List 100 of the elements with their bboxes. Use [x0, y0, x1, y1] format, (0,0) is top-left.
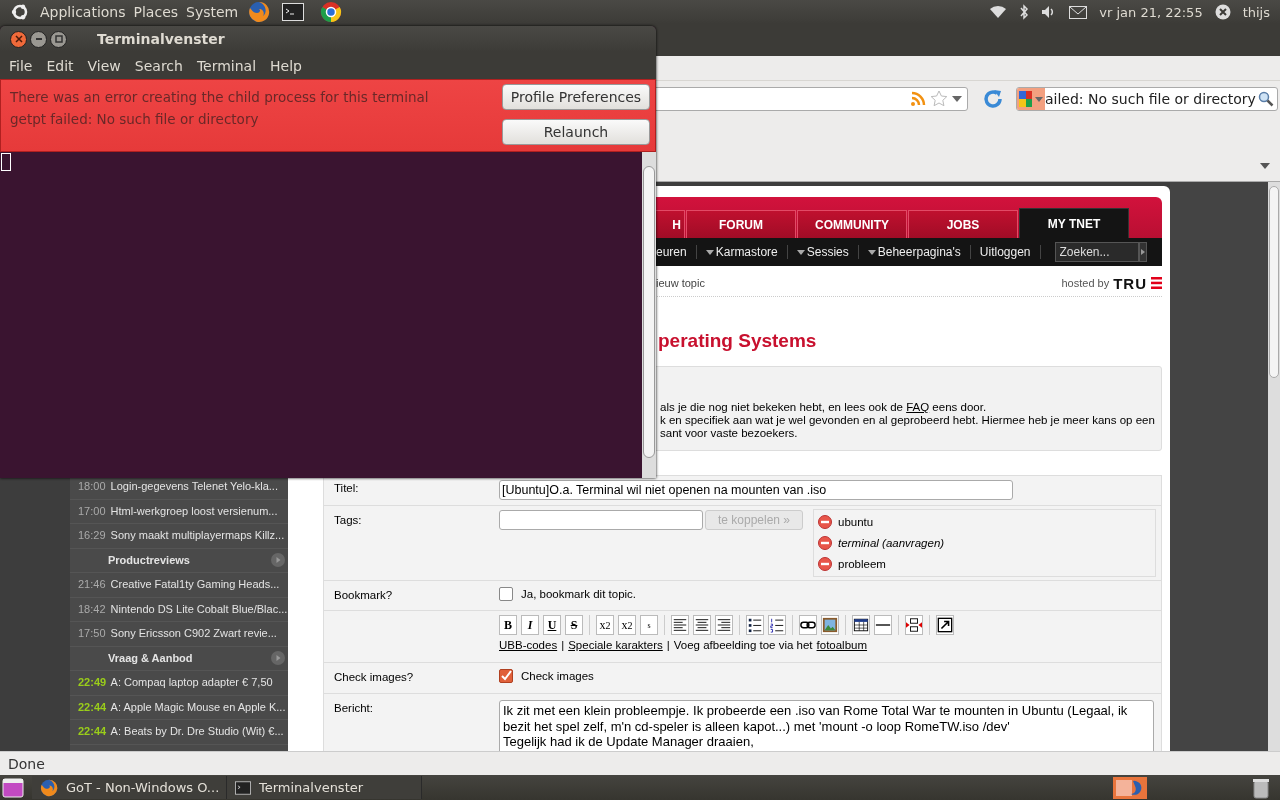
checkbox-label: Ja, bookmark dit topic. [521, 588, 637, 600]
star-icon[interactable] [930, 90, 948, 107]
firefox-icon[interactable] [248, 1, 271, 23]
browser-icon[interactable] [320, 1, 343, 23]
checkbox[interactable] [499, 587, 513, 601]
news-item[interactable]: 16:29 Sony maakt multiplayermaps Killz... [70, 524, 288, 549]
firefox-applet-icon[interactable] [1113, 776, 1147, 799]
caret-icon [867, 249, 876, 255]
toolbar-button[interactable] [874, 615, 892, 635]
toolbar-button[interactable] [768, 615, 786, 635]
help-link[interactable]: fotoalbum [816, 639, 868, 651]
status-text: Done [8, 755, 45, 772]
menu-item[interactable]: Search [127, 57, 190, 74]
news-item[interactable]: 22:44 A: Apple Magic Mouse en Apple K... [70, 695, 288, 720]
remove-icon[interactable] [818, 515, 832, 530]
toolbar-button[interactable] [799, 615, 817, 635]
wifi-icon[interactable] [989, 5, 1008, 19]
terminal-icon[interactable] [282, 3, 305, 21]
panel-menu[interactable]: Applications [38, 4, 128, 20]
align-left-icon [672, 616, 688, 634]
news-item[interactable]: 17:50 Sony Ericsson C902 Zwart revie... [70, 622, 288, 647]
submenu-link[interactable]: Sessies [787, 245, 859, 259]
panel-menu[interactable]: Places [131, 4, 181, 20]
menu-item[interactable]: Help [263, 57, 309, 74]
taskbar-button[interactable]: GoT - Non-Windows O... [32, 776, 227, 799]
close-button[interactable] [10, 30, 27, 48]
toolbar-button[interactable] [671, 615, 689, 635]
format-button[interactable]: S [565, 615, 583, 635]
dropdown-icon[interactable] [952, 95, 962, 102]
site-search-field[interactable]: Zoeken... [1054, 242, 1139, 262]
tag-input[interactable] [499, 510, 703, 530]
news-item[interactable]: 22:49 A: Compaq laptop adapter € 7,50 [70, 671, 288, 696]
site-tab[interactable]: FORUM [686, 210, 796, 238]
help-link[interactable]: UBB-codes [499, 639, 558, 651]
rule-icon [875, 624, 891, 626]
trash-icon[interactable] [1252, 776, 1270, 799]
scrollbar[interactable] [1268, 182, 1280, 751]
tab-list-icon[interactable] [1260, 163, 1270, 169]
menu-item[interactable]: Terminal [189, 57, 264, 74]
news-item[interactable]: 18:42 Nintendo DS Lite Cobalt Blue/Blac... [70, 597, 288, 622]
error-message: getpt failed: No such file or directory [10, 110, 260, 129]
site-tab[interactable]: JOBS [908, 210, 1018, 238]
notice-text: sant voor vaste bezoekers. [660, 427, 799, 440]
remove-icon[interactable] [818, 556, 832, 571]
caret-icon [705, 249, 714, 255]
scrollbar[interactable] [642, 152, 656, 478]
message-field[interactable]: Ik zit met een klein probleempje. Ik probeerde een .iso van Rome Total War te mounten in Ubuntu (Legaal, ik bezit het spel zelf, m'n cd-speler is alleen kapot...) met 'mount -o loop RomeTW.iso /dev' Tegelijk had ik de Update Manager draaien, [499, 700, 1154, 751]
title-field[interactable]: [Ubuntu]O.a. Terminal wil niet openen na mounten van .iso [499, 480, 1013, 500]
show-desktop-icon[interactable] [2, 777, 24, 798]
toolbar-button[interactable] [693, 615, 711, 635]
menu-item[interactable]: View [80, 57, 128, 74]
minimize-button[interactable] [30, 30, 47, 48]
submenu-link[interactable]: Beheerpagina's [858, 245, 971, 259]
mail-icon[interactable] [1069, 5, 1088, 19]
panel-menu[interactable]: System [184, 4, 241, 20]
ubuntu-logo-icon[interactable] [10, 2, 30, 22]
toolbar-button[interactable] [852, 615, 870, 635]
format-button[interactable]: I [521, 615, 539, 635]
search-engine-icon[interactable] [1017, 87, 1045, 110]
news-item[interactable]: 21:46 Creative Fatal1ty Gaming Heads... [70, 573, 288, 598]
taskbar-button[interactable]: Terminalvenster [227, 776, 422, 799]
clock[interactable]: vr jan 21, 22:55 [1095, 4, 1207, 20]
terminal-icon [235, 780, 251, 795]
maximize-button[interactable] [50, 30, 67, 48]
toolbar-button[interactable] [936, 615, 954, 635]
bluetooth-icon[interactable] [1019, 4, 1030, 20]
search-icon[interactable] [1258, 90, 1274, 107]
submenu-link[interactable]: Karmastore [696, 245, 788, 259]
toolbar-button[interactable] [905, 615, 923, 635]
dialog-button[interactable]: Profile Preferences [502, 84, 650, 110]
site-tab[interactable]: MY TNET [1019, 208, 1129, 238]
submenu-link[interactable]: Uitloggen [970, 245, 1041, 259]
split-icon [906, 616, 922, 634]
toolbar-button[interactable] [746, 615, 764, 635]
section-header[interactable]: Vraag & Aanbod [70, 646, 288, 671]
format-button[interactable]: s [640, 615, 658, 635]
notice-text: als je die nog niet bekeken hebt, en lees ook de FAQ eens door. [660, 401, 988, 414]
format-button[interactable]: B [499, 615, 517, 635]
reload-icon[interactable] [982, 87, 1004, 110]
numbered-list-icon [769, 616, 785, 634]
close-circle-icon[interactable] [1214, 4, 1231, 20]
news-item[interactable]: 17:00 Html-werkgroep loost versienum... [70, 499, 288, 524]
site-tab[interactable]: H [656, 210, 685, 238]
help-link[interactable]: Speciale karakters [568, 639, 663, 651]
remove-icon[interactable] [818, 536, 832, 550]
faq-link[interactable]: FAQ [906, 401, 930, 413]
section-header[interactable]: Productreviews [70, 548, 288, 573]
search-field[interactable]: ailed: No such file or directory [1016, 86, 1278, 111]
user-name[interactable]: thijs [1238, 4, 1274, 20]
menu-item[interactable]: Edit [39, 57, 81, 74]
align-right-icon [716, 616, 732, 634]
field-label: Check images? [333, 670, 415, 685]
checkbox[interactable] [499, 669, 513, 683]
news-item[interactable]: 22:44 A: Beats by Dr. Dre Studio (Wit) €... [70, 720, 288, 745]
menu-item[interactable]: File [2, 57, 40, 74]
dialog-button[interactable]: Relaunch [502, 119, 650, 145]
tag-name: terminal (aanvragen) [838, 537, 945, 549]
format-button[interactable]: U [543, 615, 561, 635]
site-tab[interactable]: COMMUNITY [797, 210, 907, 238]
toolbar-button[interactable] [715, 615, 733, 635]
